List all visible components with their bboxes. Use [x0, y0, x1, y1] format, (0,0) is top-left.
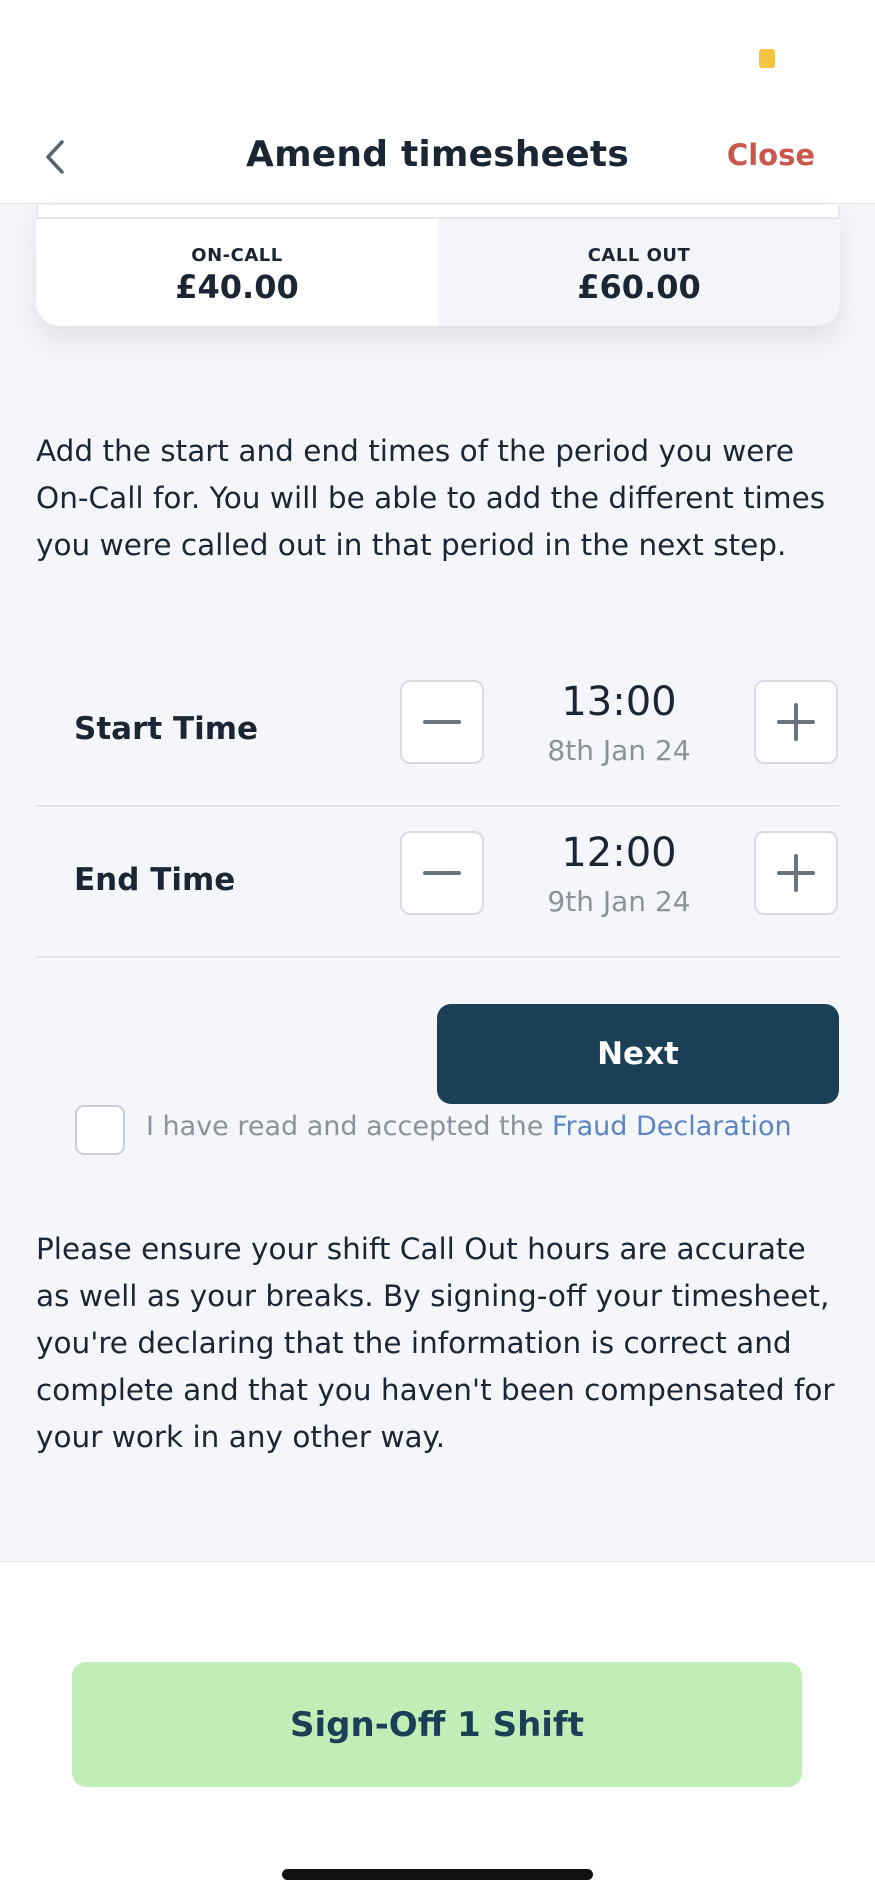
chevron-left-icon	[46, 140, 64, 174]
end-time-display: 12:00 9th Jan 24	[506, 829, 732, 918]
on-call-label: ON-CALL	[191, 245, 283, 266]
start-time-date: 8th Jan 24	[547, 734, 691, 767]
plus-icon	[777, 703, 815, 741]
start-time-label: Start Time	[74, 711, 259, 747]
start-time-value: 13:00	[561, 679, 677, 725]
minus-icon	[423, 720, 461, 724]
plus-icon	[777, 854, 815, 892]
bottom-action-area: Sign-Off 1 Shift	[0, 1561, 875, 1894]
sign-off-button[interactable]: Sign-Off 1 Shift	[72, 1662, 802, 1787]
fraud-declaration-checkbox[interactable]	[75, 1105, 125, 1155]
end-time-value: 12:00	[561, 830, 677, 876]
minus-icon	[423, 871, 461, 875]
end-time-decrement-button[interactable]	[400, 831, 484, 915]
fraud-declaration-label: I have read and accepted the	[146, 1111, 544, 1142]
call-out-label: CALL OUT	[587, 245, 691, 266]
fraud-declaration-link[interactable]: Fraud Declaration	[552, 1111, 792, 1142]
end-time-increment-button[interactable]	[754, 831, 838, 915]
on-call-value: £40.00	[175, 268, 299, 306]
status-bar	[0, 0, 875, 118]
next-button[interactable]: Next	[437, 1004, 839, 1104]
on-call-rate: ON-CALL £40.00	[36, 219, 438, 326]
back-button[interactable]	[30, 132, 80, 182]
fraud-declaration-row: I have read and accepted the Fraud Decla…	[75, 1104, 855, 1155]
status-indicator-icon	[759, 49, 775, 68]
end-time-date: 9th Jan 24	[547, 885, 691, 918]
start-time-display: 13:00 8th Jan 24	[506, 678, 732, 767]
home-indicator[interactable]	[282, 1869, 593, 1880]
start-time-row: Start Time 13:00 8th Jan 24	[36, 656, 839, 807]
start-time-increment-button[interactable]	[754, 680, 838, 764]
end-time-row: End Time 12:00 9th Jan 24	[36, 807, 839, 958]
rates-card: ON-CALL £40.00 CALL OUT £60.00	[36, 205, 840, 326]
fraud-declaration-text: I have read and accepted the Fraud Decla…	[146, 1111, 792, 1142]
start-time-decrement-button[interactable]	[400, 680, 484, 764]
end-time-label: End Time	[74, 862, 236, 898]
close-button[interactable]: Close	[727, 138, 815, 172]
call-out-value: £60.00	[577, 268, 701, 306]
navigation-bar: Amend timesheets Close	[0, 118, 875, 204]
declaration-text: Please ensure your shift Call Out hours …	[36, 1232, 835, 1454]
intro-text: Add the start and end times of the perio…	[36, 434, 826, 562]
call-out-rate: CALL OUT £60.00	[438, 219, 840, 326]
